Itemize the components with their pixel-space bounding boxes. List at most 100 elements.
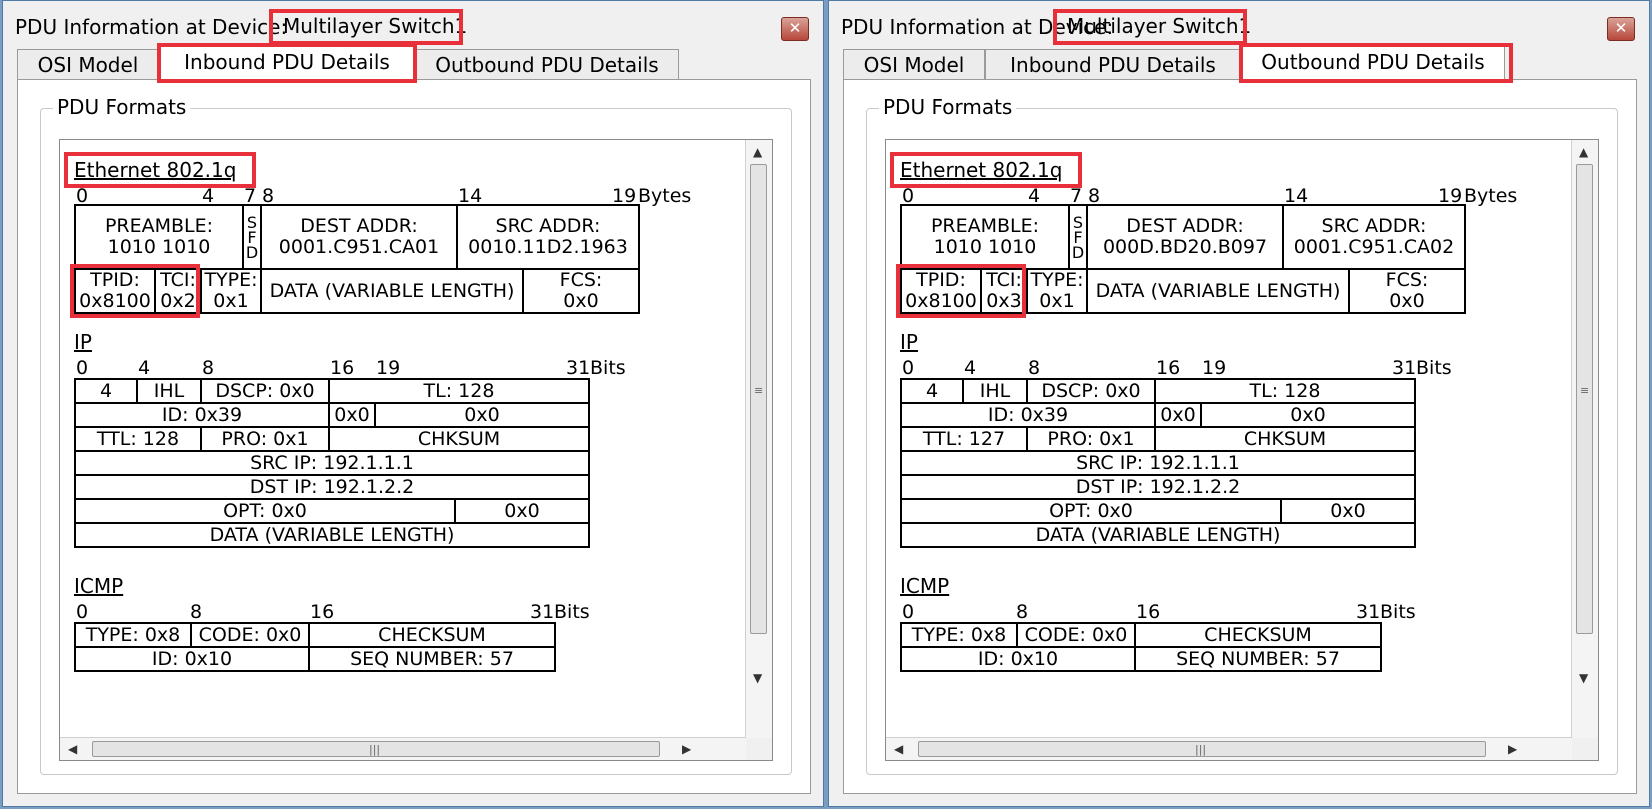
scroll-corner (1572, 738, 1598, 760)
eth-src-addr: SRC ADDR: 0010.11D2.1963 (456, 204, 640, 270)
icmp-title[interactable]: ICMP (74, 574, 123, 598)
tab-osi-model[interactable]: OSI Model (17, 49, 159, 79)
device-name: Multilayer Switch1 (1067, 14, 1252, 38)
icmp-checksum: CHECKSUM (308, 622, 556, 648)
ip-options: OPT: 0x0 (900, 498, 1282, 524)
icmp-type: TYPE: 0x8 (74, 622, 192, 648)
icmp-ruler-unit: Bits (1380, 601, 1416, 623)
ip-ruler-4: 4 (138, 357, 151, 379)
title-bar: PDU Information at Device: Multilayer Sw… (829, 1, 1649, 47)
eth-ruler-19: 19 (612, 185, 637, 207)
eth-data: DATA (VARIABLE LENGTH) (1086, 268, 1350, 314)
icmp-seq: SEQ NUMBER: 57 (308, 646, 556, 672)
eth-ruler-7: 7 (1070, 185, 1083, 207)
horizontal-scroll-thumb[interactable]: ||| (92, 741, 660, 757)
icmp-ruler-unit: Bits (554, 601, 590, 623)
ip-data: DATA (VARIABLE LENGTH) (900, 522, 1416, 548)
eth-data: DATA (VARIABLE LENGTH) (260, 268, 524, 314)
ip-ihl: IHL (136, 378, 202, 404)
ip-ruler-unit: Bits (1416, 357, 1452, 379)
pdu-info-window-outbound: PDU Information at Device: Multilayer Sw… (828, 0, 1650, 807)
ip-ruler-unit: Bits (590, 357, 626, 379)
ethernet-title[interactable]: Ethernet 802.1q (74, 158, 236, 182)
eth-ruler-4: 4 (202, 185, 215, 207)
horizontal-scroll-thumb[interactable]: ||| (918, 741, 1486, 757)
ip-checksum: CHKSUM (1154, 426, 1416, 452)
scroll-right-icon[interactable]: ▶ (682, 743, 691, 755)
close-button[interactable]: ✕ (1607, 17, 1635, 41)
grip-icon: ||| (369, 743, 381, 756)
eth-ruler-0: 0 (76, 185, 89, 207)
eth-tci: TCI: 0x3 (980, 268, 1028, 314)
eth-ruler-unit: Bytes (638, 185, 692, 207)
pdu-format-pane[interactable]: Ethernet 802.1q 0 4 7 8 14 19 Bytes PREA… (885, 139, 1599, 761)
ip-dst: DST IP: 192.1.2.2 (74, 474, 590, 500)
ip-src: SRC IP: 192.1.1.1 (74, 450, 590, 476)
pdu-format-pane[interactable]: Ethernet 802.1q 0 4 7 8 14 19 Bytes PREA… (59, 139, 773, 761)
icmp-title[interactable]: ICMP (900, 574, 949, 598)
ip-options: OPT: 0x0 (74, 498, 456, 524)
window-title: PDU Information at Device: (15, 15, 288, 39)
ip-ruler-0: 0 (76, 357, 89, 379)
horizontal-scrollbar[interactable]: ◀ ||| ▶ (886, 737, 1572, 760)
tab-content: PDU Formats Ethernet 802.1q 0 4 7 8 14 1… (843, 79, 1637, 794)
close-button[interactable]: ✕ (781, 17, 809, 41)
icmp-ruler-31: 31 (1356, 601, 1381, 623)
tab-outbound-pdu-details[interactable]: Outbound PDU Details (415, 49, 679, 79)
scroll-down-icon[interactable]: ▼ (1579, 672, 1588, 684)
ip-version: 4 (74, 378, 138, 404)
icmp-ruler-0: 0 (76, 601, 89, 623)
eth-ruler-0: 0 (902, 185, 915, 207)
ip-frag-offset: 0x0 (1200, 402, 1416, 428)
ip-padding: 0x0 (1280, 498, 1416, 524)
ip-dst: DST IP: 192.1.2.2 (900, 474, 1416, 500)
tab-inbound-pdu-details[interactable]: Inbound PDU Details (159, 45, 415, 83)
scroll-down-icon[interactable]: ▼ (753, 672, 762, 684)
vertical-scrollbar[interactable]: ▲ ≡ ▼ (745, 140, 772, 738)
pdu-formats-group: PDU Formats Ethernet 802.1q 0 4 7 8 14 1… (40, 95, 792, 775)
eth-ruler-4: 4 (1028, 185, 1041, 207)
scroll-up-icon[interactable]: ▲ (1579, 146, 1588, 158)
ip-ruler-4: 4 (964, 357, 977, 379)
eth-ruler-8: 8 (262, 185, 275, 207)
tab-osi-model[interactable]: OSI Model (843, 49, 985, 79)
ip-ruler-8: 8 (202, 357, 215, 379)
ip-flags: 0x0 (1154, 402, 1202, 428)
ip-ttl: TTL: 128 (74, 426, 202, 452)
ip-title[interactable]: IP (74, 330, 92, 354)
ip-padding: 0x0 (454, 498, 590, 524)
pdu-info-window-inbound: PDU Information at Device: Multilayer Sw… (2, 0, 824, 807)
group-label: PDU Formats (879, 95, 1017, 119)
scroll-up-icon[interactable]: ▲ (753, 146, 762, 158)
vertical-scrollbar[interactable]: ▲ ≡ ▼ (1571, 140, 1598, 738)
ip-title[interactable]: IP (900, 330, 918, 354)
tab-outbound-pdu-details[interactable]: Outbound PDU Details (1241, 45, 1505, 83)
ip-checksum: CHKSUM (328, 426, 590, 452)
grip-icon: ≡ (1580, 384, 1590, 397)
ip-frag-offset: 0x0 (374, 402, 590, 428)
icmp-ruler-8: 8 (1016, 601, 1029, 623)
ip-dscp: DSCP: 0x0 (200, 378, 330, 404)
eth-ruler-14: 14 (1284, 185, 1309, 207)
ip-ruler-31: 31 (1392, 357, 1417, 379)
ip-ruler-16: 16 (330, 357, 355, 379)
vertical-scroll-thumb[interactable]: ≡ (750, 164, 767, 634)
scroll-right-icon[interactable]: ▶ (1508, 743, 1517, 755)
scroll-corner (746, 738, 772, 760)
scroll-left-icon[interactable]: ◀ (894, 743, 903, 755)
eth-ruler-14: 14 (458, 185, 483, 207)
eth-fcs: FCS: 0x0 (522, 268, 640, 314)
ip-version: 4 (900, 378, 964, 404)
horizontal-scrollbar[interactable]: ◀ ||| ▶ (60, 737, 746, 760)
icmp-seq: SEQ NUMBER: 57 (1134, 646, 1382, 672)
eth-tpid: TPID: 0x8100 (74, 268, 156, 314)
ip-protocol: PRO: 0x1 (1026, 426, 1156, 452)
group-label: PDU Formats (53, 95, 191, 119)
eth-fcs: FCS: 0x0 (1348, 268, 1466, 314)
vertical-scroll-thumb[interactable]: ≡ (1576, 164, 1593, 634)
tab-inbound-pdu-details[interactable]: Inbound PDU Details (985, 49, 1241, 79)
scroll-left-icon[interactable]: ◀ (68, 743, 77, 755)
ip-data: DATA (VARIABLE LENGTH) (74, 522, 590, 548)
ethernet-title[interactable]: Ethernet 802.1q (900, 158, 1062, 182)
ip-ihl: IHL (962, 378, 1028, 404)
